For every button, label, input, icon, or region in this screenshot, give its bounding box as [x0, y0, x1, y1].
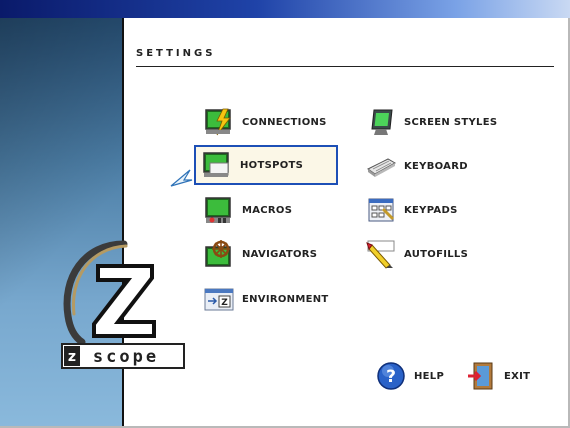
connections-label: CONNECTIONS: [242, 116, 327, 128]
exit-button[interactable]: EXIT: [466, 360, 530, 392]
keypads-icon: [366, 195, 396, 225]
screen-styles-button[interactable]: SCREEN STYLES: [366, 106, 497, 138]
page-title: SETTINGS: [136, 48, 216, 59]
navigators-icon: [204, 239, 234, 269]
keyboard-icon: [366, 151, 397, 181]
keyboard-button[interactable]: KEYBOARD: [366, 150, 468, 182]
environment-icon: Z: [204, 284, 234, 314]
autofills-button[interactable]: AUTOFILLS: [366, 238, 468, 270]
navigators-label: NAVIGATORS: [242, 248, 318, 260]
title-bar: [0, 0, 570, 18]
help-icon: ?: [376, 361, 406, 391]
environment-label: ENVIRONMENT: [242, 293, 329, 305]
connections-button[interactable]: CONNECTIONS: [204, 106, 327, 138]
keypads-label: KEYPADS: [404, 204, 458, 216]
connections-icon: [204, 107, 234, 137]
screen-styles-label: SCREEN STYLES: [404, 116, 498, 128]
autofills-label: AUTOFILLS: [404, 248, 469, 260]
hotspots-icon: [202, 150, 232, 180]
svg-text:Z: Z: [221, 298, 228, 308]
svg-text:?: ?: [386, 367, 396, 387]
exit-label: EXIT: [504, 370, 531, 382]
svg-text:z: z: [68, 349, 76, 365]
title-divider: [136, 66, 554, 67]
hotspots-label: HOTSPOTS: [240, 159, 304, 171]
screen-styles-icon: [366, 107, 396, 137]
macros-label: MACROS: [242, 204, 293, 216]
help-label: HELP: [414, 370, 445, 382]
macros-button[interactable]: MACROS: [204, 194, 292, 226]
autofills-icon: [366, 239, 396, 269]
help-button[interactable]: ? HELP: [376, 360, 444, 392]
keypads-button[interactable]: KEYPADS: [366, 194, 458, 226]
macros-icon: [204, 195, 234, 225]
pointer-arrow-icon: [170, 169, 193, 187]
zscope-logo: z scope: [61, 240, 185, 369]
exit-icon: [466, 361, 496, 391]
svg-text:scope: scope: [93, 347, 159, 367]
keyboard-label: KEYBOARD: [404, 160, 468, 172]
hotspots-button[interactable]: HOTSPOTS: [194, 145, 338, 185]
navigators-button[interactable]: NAVIGATORS: [204, 238, 317, 270]
environment-button[interactable]: Z ENVIRONMENT: [204, 283, 329, 315]
